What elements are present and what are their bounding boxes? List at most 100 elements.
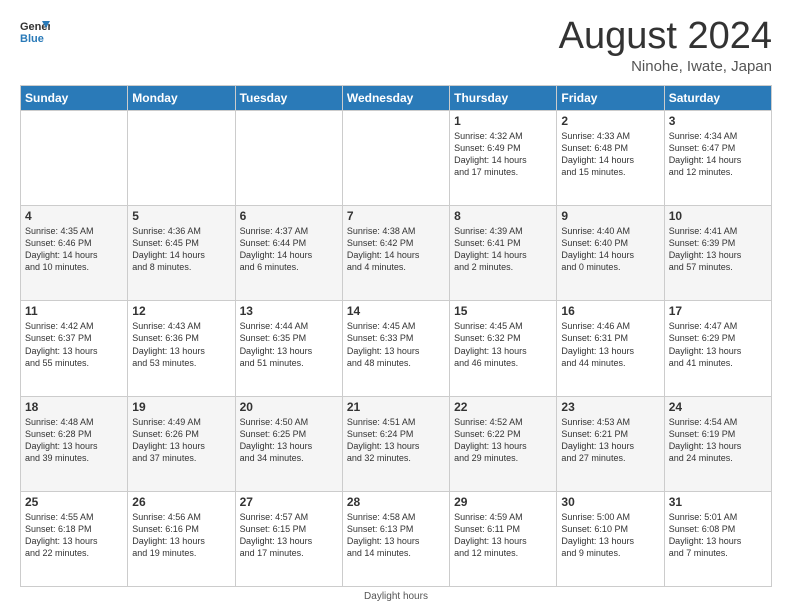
day-number: 17 bbox=[669, 304, 767, 318]
day-number: 29 bbox=[454, 495, 552, 509]
title-block: August 2024 Ninohe, Iwate, Japan bbox=[559, 16, 772, 75]
day-cell: 3 Sunrise: 4:34 AM Sunset: 6:47 PM Daylig… bbox=[664, 110, 771, 205]
day-cell bbox=[128, 110, 235, 205]
day-info: Sunrise: 4:48 AM Sunset: 6:28 PM Dayligh… bbox=[25, 416, 123, 465]
day-info: Sunrise: 4:56 AM Sunset: 6:16 PM Dayligh… bbox=[132, 511, 230, 560]
day-info: Sunrise: 4:47 AM Sunset: 6:29 PM Dayligh… bbox=[669, 320, 767, 369]
day-number: 12 bbox=[132, 304, 230, 318]
day-info: Sunrise: 4:53 AM Sunset: 6:21 PM Dayligh… bbox=[561, 416, 659, 465]
day-cell: 16Sunrise: 4:46 AM Sunset: 6:31 PM Dayli… bbox=[557, 301, 664, 396]
day-number: 27 bbox=[240, 495, 338, 509]
day-number: 10 bbox=[669, 209, 767, 223]
day-cell: 21Sunrise: 4:51 AM Sunset: 6:24 PM Dayli… bbox=[342, 396, 449, 491]
day-info: Sunrise: 4:50 AM Sunset: 6:25 PM Dayligh… bbox=[240, 416, 338, 465]
day-number: 28 bbox=[347, 495, 445, 509]
day-number: 22 bbox=[454, 400, 552, 414]
day-cell: 2Sunrise: 4:33 AM Sunset: 6:48 PM Daylig… bbox=[557, 110, 664, 205]
day-cell: 14Sunrise: 4:45 AM Sunset: 6:33 PM Dayli… bbox=[342, 301, 449, 396]
day-number: 23 bbox=[561, 400, 659, 414]
day-cell: 13 Sunrise: 4:44 AM Sunset: 6:35 PM Dayli… bbox=[235, 301, 342, 396]
day-cell: 20 Sunrise: 4:50 AM Sunset: 6:25 PM Dayli… bbox=[235, 396, 342, 491]
day-number: 9 bbox=[561, 209, 659, 223]
week-row-4: 18 Sunrise: 4:48 AM Sunset: 6:28 PM Dayli… bbox=[21, 396, 772, 491]
main-title: August 2024 bbox=[559, 16, 772, 58]
day-number: 11 bbox=[25, 304, 123, 318]
page: General Blue August 2024 Ninohe, Iwate, … bbox=[0, 0, 792, 612]
day-cell: 7 Sunrise: 4:38 AM Sunset: 6:42 PM Daylig… bbox=[342, 206, 449, 301]
day-cell: 8Sunrise: 4:39 AM Sunset: 6:41 PM Daylig… bbox=[450, 206, 557, 301]
day-info: Sunrise: 4:35 AM Sunset: 6:46 PM Dayligh… bbox=[25, 225, 123, 274]
day-cell: 25Sunrise: 4:55 AM Sunset: 6:18 PM Dayli… bbox=[21, 491, 128, 586]
weekday-header-friday: Friday bbox=[557, 85, 664, 110]
subtitle: Ninohe, Iwate, Japan bbox=[559, 58, 772, 75]
day-cell bbox=[342, 110, 449, 205]
day-number: 4 bbox=[25, 209, 123, 223]
day-cell bbox=[21, 110, 128, 205]
day-info: Sunrise: 4:41 AM Sunset: 6:39 PM Dayligh… bbox=[669, 225, 767, 274]
day-cell bbox=[235, 110, 342, 205]
day-cell: 18 Sunrise: 4:48 AM Sunset: 6:28 PM Dayli… bbox=[21, 396, 128, 491]
day-number: 8 bbox=[454, 209, 552, 223]
day-number: 25 bbox=[25, 495, 123, 509]
day-number: 2 bbox=[561, 114, 659, 128]
day-number: 16 bbox=[561, 304, 659, 318]
weekday-header-sunday: Sunday bbox=[21, 85, 128, 110]
day-cell: 10 Sunrise: 4:41 AM Sunset: 6:39 PM Dayli… bbox=[664, 206, 771, 301]
header: General Blue August 2024 Ninohe, Iwate, … bbox=[20, 16, 772, 75]
day-cell: 24 Sunrise: 4:54 AM Sunset: 6:19 PM Dayli… bbox=[664, 396, 771, 491]
day-cell: 19 Sunrise: 4:49 AM Sunset: 6:26 PM Dayli… bbox=[128, 396, 235, 491]
day-info: Sunrise: 4:45 AM Sunset: 6:32 PM Dayligh… bbox=[454, 320, 552, 369]
day-info: Sunrise: 4:36 AM Sunset: 6:45 PM Dayligh… bbox=[132, 225, 230, 274]
day-cell: 9 Sunrise: 4:40 AM Sunset: 6:40 PM Daylig… bbox=[557, 206, 664, 301]
day-cell: 6 Sunrise: 4:37 AM Sunset: 6:44 PM Daylig… bbox=[235, 206, 342, 301]
day-info: Sunrise: 4:32 AM Sunset: 6:49 PM Dayligh… bbox=[454, 130, 552, 179]
week-row-3: 11 Sunrise: 4:42 AM Sunset: 6:37 PM Dayli… bbox=[21, 301, 772, 396]
day-number: 6 bbox=[240, 209, 338, 223]
day-number: 3 bbox=[669, 114, 767, 128]
day-info: Sunrise: 4:54 AM Sunset: 6:19 PM Dayligh… bbox=[669, 416, 767, 465]
day-number: 24 bbox=[669, 400, 767, 414]
day-number: 19 bbox=[132, 400, 230, 414]
day-cell: 5 Sunrise: 4:36 AM Sunset: 6:45 PM Daylig… bbox=[128, 206, 235, 301]
day-number: 26 bbox=[132, 495, 230, 509]
day-info: Sunrise: 4:38 AM Sunset: 6:42 PM Dayligh… bbox=[347, 225, 445, 274]
day-cell: 4 Sunrise: 4:35 AM Sunset: 6:46 PM Daylig… bbox=[21, 206, 128, 301]
day-info: Sunrise: 4:34 AM Sunset: 6:47 PM Dayligh… bbox=[669, 130, 767, 179]
svg-text:Blue: Blue bbox=[20, 33, 44, 45]
day-info: Sunrise: 5:00 AM Sunset: 6:10 PM Dayligh… bbox=[561, 511, 659, 560]
day-cell: 28 Sunrise: 4:58 AM Sunset: 6:13 PM Dayli… bbox=[342, 491, 449, 586]
day-number: 5 bbox=[132, 209, 230, 223]
day-number: 1 bbox=[454, 114, 552, 128]
day-cell: 23 Sunrise: 4:53 AM Sunset: 6:21 PM Dayli… bbox=[557, 396, 664, 491]
day-info: Sunrise: 4:59 AM Sunset: 6:11 PM Dayligh… bbox=[454, 511, 552, 560]
day-cell: 31Sunrise: 5:01 AM Sunset: 6:08 PM Dayli… bbox=[664, 491, 771, 586]
daylight-label: Daylight hours bbox=[364, 591, 428, 602]
day-info: Sunrise: 4:43 AM Sunset: 6:36 PM Dayligh… bbox=[132, 320, 230, 369]
day-number: 21 bbox=[347, 400, 445, 414]
day-number: 18 bbox=[25, 400, 123, 414]
day-number: 13 bbox=[240, 304, 338, 318]
week-row-5: 25Sunrise: 4:55 AM Sunset: 6:18 PM Dayli… bbox=[21, 491, 772, 586]
day-cell: 27 Sunrise: 4:57 AM Sunset: 6:15 PM Dayli… bbox=[235, 491, 342, 586]
calendar-table: SundayMondayTuesdayWednesdayThursdayFrid… bbox=[20, 85, 772, 587]
day-info: Sunrise: 4:37 AM Sunset: 6:44 PM Dayligh… bbox=[240, 225, 338, 274]
day-cell: 30Sunrise: 5:00 AM Sunset: 6:10 PM Dayli… bbox=[557, 491, 664, 586]
day-info: Sunrise: 4:42 AM Sunset: 6:37 PM Dayligh… bbox=[25, 320, 123, 369]
day-info: Sunrise: 4:40 AM Sunset: 6:40 PM Dayligh… bbox=[561, 225, 659, 274]
day-info: Sunrise: 4:49 AM Sunset: 6:26 PM Dayligh… bbox=[132, 416, 230, 465]
day-number: 31 bbox=[669, 495, 767, 509]
day-number: 14 bbox=[347, 304, 445, 318]
day-info: Sunrise: 4:58 AM Sunset: 6:13 PM Dayligh… bbox=[347, 511, 445, 560]
day-number: 20 bbox=[240, 400, 338, 414]
week-row-1: 1 Sunrise: 4:32 AM Sunset: 6:49 PM Daylig… bbox=[21, 110, 772, 205]
day-info: Sunrise: 4:44 AM Sunset: 6:35 PM Dayligh… bbox=[240, 320, 338, 369]
day-number: 7 bbox=[347, 209, 445, 223]
day-cell: 22Sunrise: 4:52 AM Sunset: 6:22 PM Dayli… bbox=[450, 396, 557, 491]
day-cell: 1 Sunrise: 4:32 AM Sunset: 6:49 PM Daylig… bbox=[450, 110, 557, 205]
logo: General Blue bbox=[20, 16, 50, 46]
day-info: Sunrise: 4:57 AM Sunset: 6:15 PM Dayligh… bbox=[240, 511, 338, 560]
day-number: 15 bbox=[454, 304, 552, 318]
footer-note: Daylight hours bbox=[20, 591, 772, 602]
day-cell: 11 Sunrise: 4:42 AM Sunset: 6:37 PM Dayli… bbox=[21, 301, 128, 396]
weekday-header-saturday: Saturday bbox=[664, 85, 771, 110]
